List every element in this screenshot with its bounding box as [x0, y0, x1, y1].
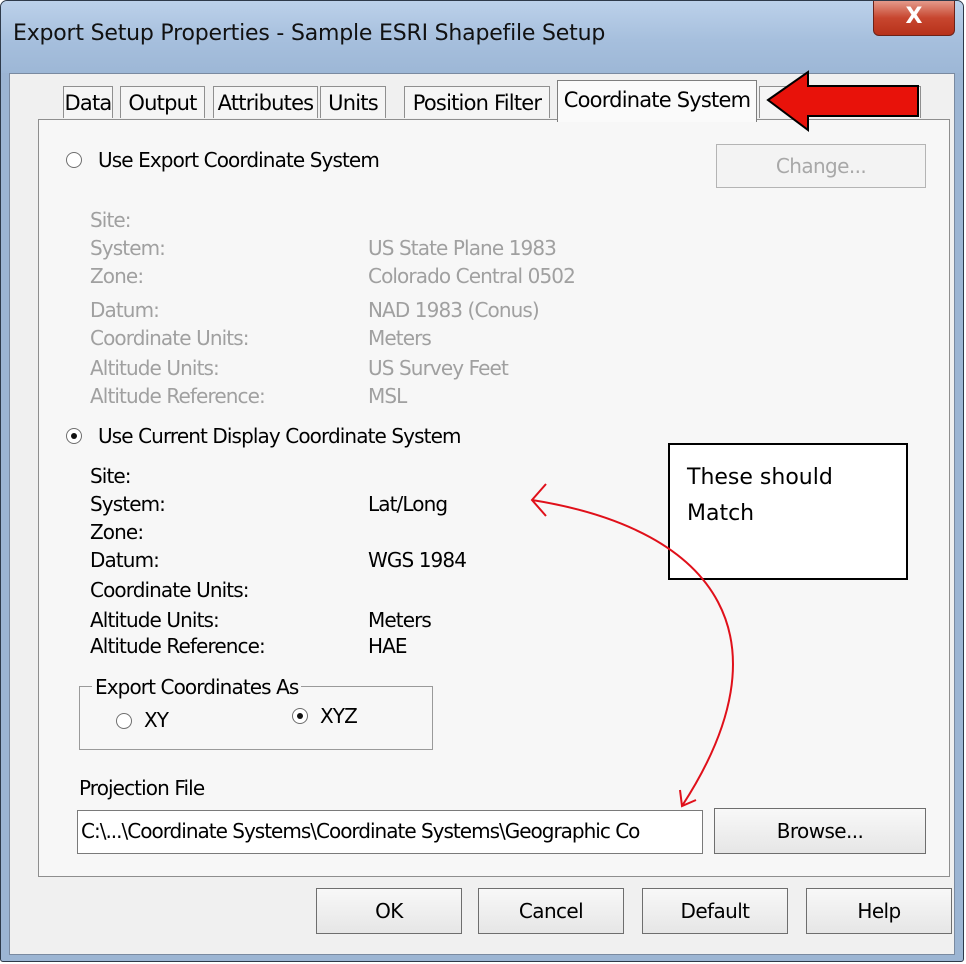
- browse-button[interactable]: Browse...: [714, 808, 926, 854]
- export-datum-value: NAD 1983 (Conus): [368, 298, 540, 322]
- export-coord-units-value: Meters: [368, 326, 432, 350]
- tab-data[interactable]: Data: [63, 86, 113, 118]
- export-zone-value: Colorado Central 0502: [368, 264, 576, 288]
- annotation-note-line2: Match: [687, 501, 755, 526]
- tab-attributes[interactable]: Attributes: [213, 86, 318, 118]
- cancel-button[interactable]: Cancel: [478, 888, 624, 934]
- annotation-note-line1: These should: [687, 465, 833, 490]
- export-coord-units-label: Coordinate Units:: [90, 326, 249, 350]
- title-bar[interactable]: Export Setup Properties - Sample ESRI Sh…: [1, 1, 963, 73]
- display-system-value: Lat/Long: [368, 492, 448, 516]
- export-site-label: Site:: [90, 208, 132, 232]
- projection-file-label: Projection File: [79, 776, 205, 800]
- tab-hidden[interactable]: [759, 86, 921, 118]
- display-alt-ref-value: HAE: [368, 634, 408, 658]
- tab-units[interactable]: Units: [320, 86, 386, 118]
- display-site-label: Site:: [90, 464, 132, 488]
- radio-xyz[interactable]: [292, 708, 308, 724]
- export-coordinates-group-label: Export Coordinates As: [92, 675, 302, 699]
- radio-display-coordinate-system[interactable]: [66, 428, 82, 444]
- close-button[interactable]: X: [873, 1, 955, 36]
- export-alt-ref-label: Altitude Reference:: [90, 384, 266, 408]
- export-zone-label: Zone:: [90, 264, 144, 288]
- window-title: Export Setup Properties - Sample ESRI Sh…: [13, 21, 606, 46]
- radio-export-coordinate-system[interactable]: [66, 152, 82, 168]
- radio-display-label: Use Current Display Coordinate System: [98, 424, 461, 448]
- radio-xyz-label: XYZ: [320, 704, 358, 728]
- export-alt-units-value: US Survey Feet: [368, 356, 509, 380]
- display-alt-units-value: Meters: [368, 608, 432, 632]
- display-system-label: System:: [90, 492, 166, 516]
- ok-button[interactable]: OK: [316, 888, 462, 934]
- export-alt-ref-value: MSL: [368, 384, 407, 408]
- tab-coordinate-system[interactable]: Coordinate System: [557, 80, 757, 122]
- annotation-note: These should Match: [668, 443, 908, 580]
- export-system-label: System:: [90, 236, 166, 260]
- export-system-value: US State Plane 1983: [368, 236, 557, 260]
- display-datum-label: Datum:: [90, 548, 160, 572]
- radio-xy[interactable]: [116, 713, 132, 729]
- tab-position-filter[interactable]: Position Filter: [404, 86, 550, 118]
- projection-file-input[interactable]: C:\...\Coordinate Systems\Coordinate Sys…: [77, 810, 703, 854]
- help-button[interactable]: Help: [806, 888, 952, 934]
- default-button[interactable]: Default: [642, 888, 788, 934]
- display-alt-units-label: Altitude Units:: [90, 608, 220, 632]
- change-button[interactable]: Change...: [716, 144, 926, 188]
- radio-xy-label: XY: [144, 708, 169, 732]
- display-zone-label: Zone:: [90, 520, 144, 544]
- display-datum-value: WGS 1984: [368, 548, 467, 572]
- export-alt-units-label: Altitude Units:: [90, 356, 220, 380]
- display-alt-ref-label: Altitude Reference:: [90, 634, 266, 658]
- display-coord-units-label: Coordinate Units:: [90, 578, 249, 602]
- export-datum-label: Datum:: [90, 298, 160, 322]
- tab-output[interactable]: Output: [120, 86, 205, 118]
- radio-export-label: Use Export Coordinate System: [98, 148, 380, 172]
